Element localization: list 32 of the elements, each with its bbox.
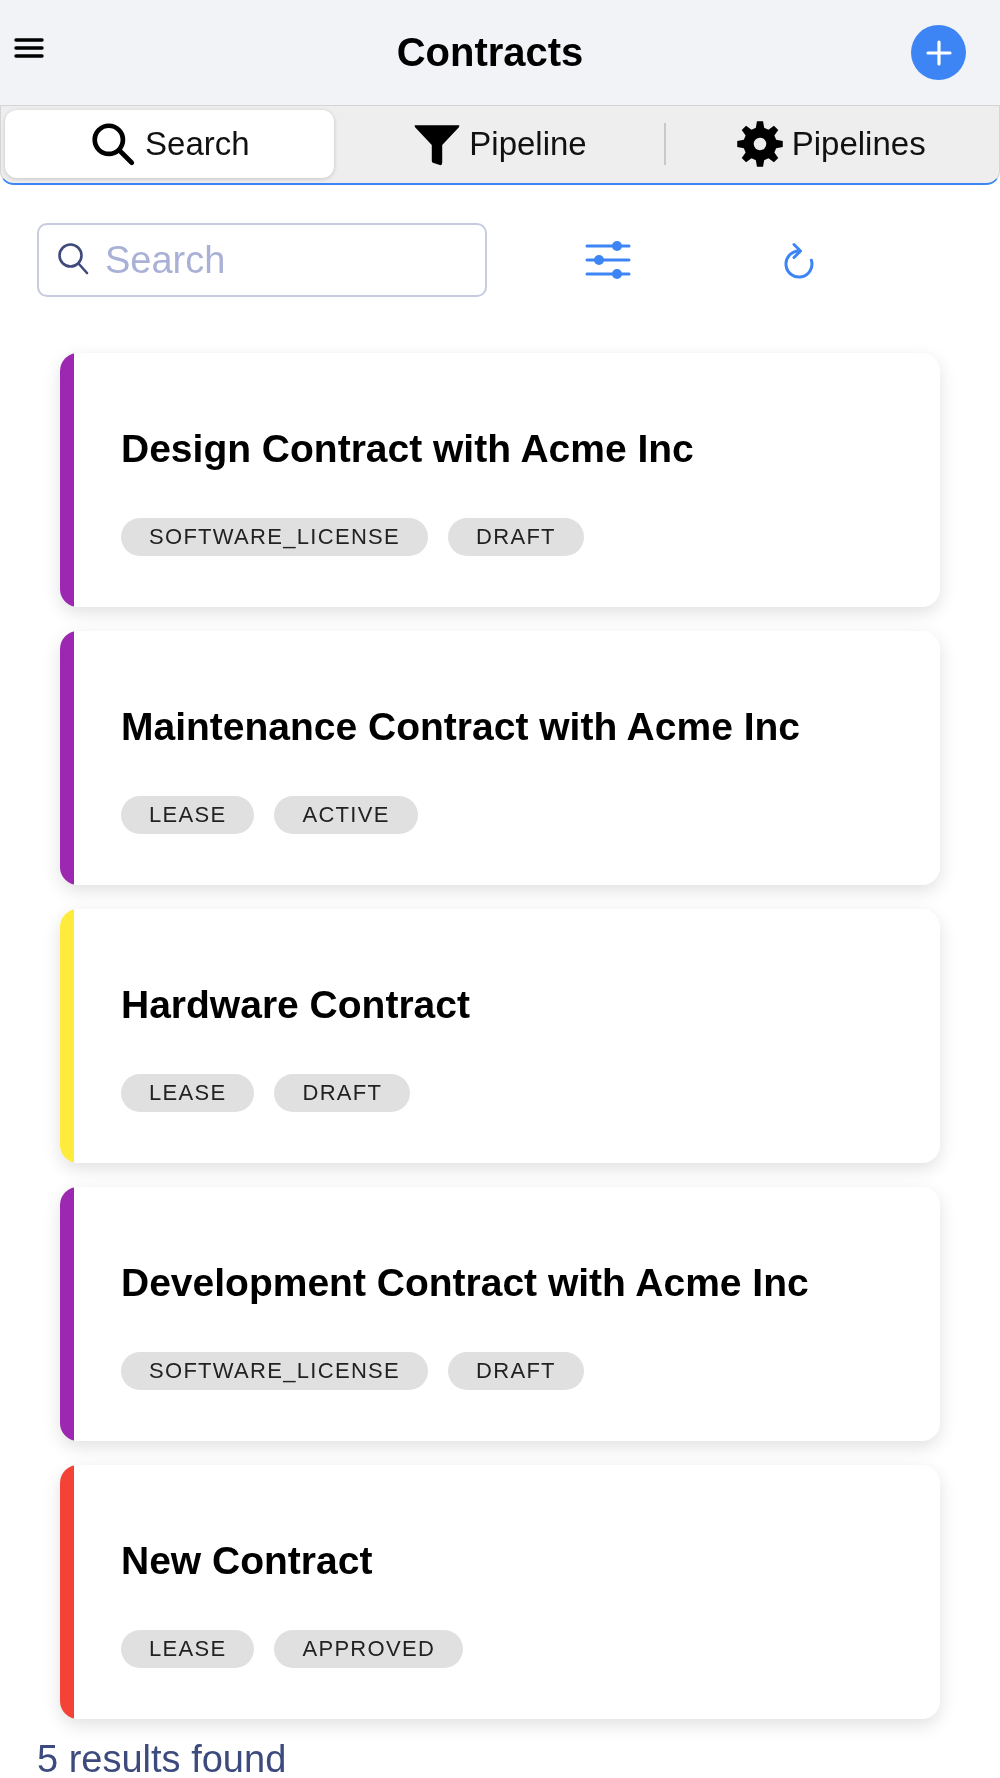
type-tag: LEASE	[121, 796, 255, 834]
search-field[interactable]: Search	[37, 223, 487, 297]
type-tag: SOFTWARE_LICENSE	[121, 1352, 429, 1390]
page-title: Contracts	[396, 30, 584, 75]
tab[interactable]: Pipelines	[666, 110, 995, 178]
contract-title: Development Contract with Acme Inc	[121, 1260, 809, 1306]
status-tag: ACTIVE	[274, 796, 418, 834]
type-tag: LEASE	[121, 1074, 255, 1112]
type-tag: LEASE	[121, 1630, 255, 1668]
contract-title: New Contract	[121, 1538, 374, 1584]
type-tag: SOFTWARE_LICENSE	[121, 518, 429, 556]
contract-card[interactable]: Development Contract with Acme Inc SOFTWARE_LICENSE DRAFT	[60, 1187, 940, 1441]
status-tag: APPROVED	[274, 1630, 464, 1668]
contract-card[interactable]: Hardware Contract LEASE DRAFT	[60, 909, 940, 1163]
contract-title: Maintenance Contract with Acme Inc	[121, 704, 800, 750]
search-icon	[57, 242, 89, 276]
menu-icon[interactable]	[14, 37, 44, 59]
tab[interactable]: Search	[5, 110, 334, 178]
plus-icon	[925, 39, 952, 66]
add-button[interactable]	[911, 25, 966, 80]
status-tag: DRAFT	[448, 518, 584, 556]
results-count: 5 results found	[36, 1737, 288, 1778]
gear-icon	[735, 120, 784, 168]
contract-card[interactable]: Maintenance Contract with Acme Inc LEASE ACTIVE	[60, 631, 940, 885]
contract-card[interactable]: New Contract LEASE APPROVED	[60, 1465, 940, 1719]
contract-title: Hardware Contract	[121, 982, 470, 1028]
status-tag: DRAFT	[274, 1074, 411, 1112]
status-tag: DRAFT	[448, 1352, 584, 1390]
tab[interactable]: Pipeline	[335, 110, 665, 178]
sliders-icon[interactable]	[585, 241, 631, 279]
contract-title: Design Contract with Acme Inc	[121, 426, 694, 472]
contract-card[interactable]: Design Contract with Acme Inc SOFTWARE_LICENSE DRAFT	[60, 353, 940, 607]
